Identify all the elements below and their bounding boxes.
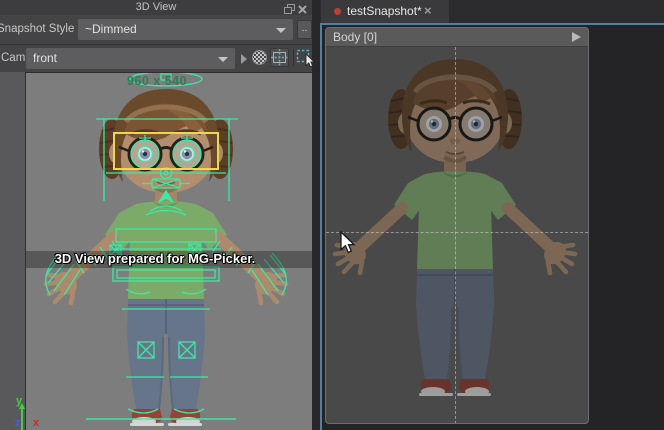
play-triangle-icon[interactable] xyxy=(572,32,581,42)
picker-region: testSnapshot* × Body [0] xyxy=(320,0,664,430)
panel-title: 3D View xyxy=(0,0,312,15)
cam-dropdown[interactable]: front xyxy=(26,48,235,69)
app-window: 3D View Snapshot Style ~Dimmed .. Cam fr… xyxy=(0,0,664,430)
accent-border-top xyxy=(320,23,664,25)
film-gate-icon[interactable] xyxy=(250,48,269,67)
chevron-down-icon xyxy=(218,57,228,62)
float-window-icon[interactable] xyxy=(284,2,296,13)
snapshot-style-value: ~Dimmed xyxy=(85,19,137,40)
viewport-message-band: 3D View prepared for MG-Picker. xyxy=(26,251,312,268)
toolbar-separator xyxy=(293,49,294,66)
cam-row: Cam front xyxy=(0,44,312,72)
select-tool-icon[interactable] xyxy=(296,47,316,68)
axis-z-label: z xyxy=(15,417,21,429)
viewport-message: 3D View prepared for MG-Picker. xyxy=(25,251,298,267)
3d-view-titlebar[interactable]: 3D View xyxy=(0,0,312,15)
cam-label: Cam xyxy=(1,52,25,64)
view-axis-indicator: y z x xyxy=(12,392,62,430)
body-header[interactable]: Body [0] xyxy=(326,28,588,47)
resolution-gate-text: 960 x 540 xyxy=(26,74,288,88)
accent-border-left xyxy=(320,23,322,430)
snapshot-style-more-button[interactable]: .. xyxy=(297,20,312,39)
body-header-label: Body [0] xyxy=(333,28,377,47)
snapshot-canvas[interactable] xyxy=(326,47,588,424)
cam-value: front xyxy=(33,48,57,69)
modified-dot-icon xyxy=(334,8,341,15)
snapshot-style-row: Snapshot Style ~Dimmed .. xyxy=(0,15,312,44)
3d-viewport[interactable]: 960 x 540 3D View prepared for MG-Picker… xyxy=(25,72,312,430)
tab-close-icon[interactable]: × xyxy=(424,0,432,22)
chevron-down-icon xyxy=(276,28,286,33)
3d-view-panel: 3D View Snapshot Style ~Dimmed .. Cam fr… xyxy=(0,0,312,430)
picker-tabbar: testSnapshot* × xyxy=(320,0,664,23)
snapshot-style-label: Snapshot Style xyxy=(0,23,74,35)
axis-x-label: x xyxy=(33,417,40,429)
horizontal-guide-line xyxy=(326,232,588,233)
mouse-cursor-icon xyxy=(339,231,357,255)
close-icon[interactable] xyxy=(297,2,309,13)
tab-label: testSnapshot* xyxy=(347,0,422,23)
expand-arrow-icon[interactable] xyxy=(241,54,247,64)
panel-margin xyxy=(0,72,25,430)
snapshot-style-dropdown[interactable]: ~Dimmed xyxy=(78,19,293,40)
resolution-gate-icon[interactable] xyxy=(270,48,289,67)
tab-testsnapshot[interactable]: testSnapshot* × xyxy=(321,0,449,23)
snapshot-panel-body: Body [0] xyxy=(325,27,589,424)
axis-y-label: y xyxy=(16,395,23,407)
vertical-guide-line xyxy=(455,47,456,424)
